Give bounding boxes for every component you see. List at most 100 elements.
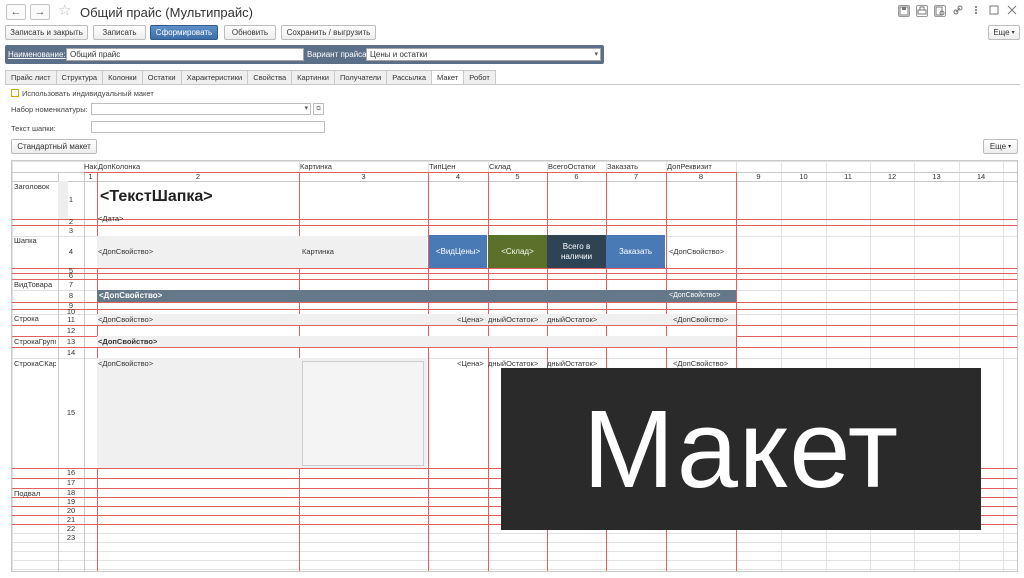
tab-6[interactable]: Картинки [291,70,335,84]
column-number[interactable]: 10 [781,172,826,181]
balance-cell[interactable]: дныйОстаток> [488,315,547,324]
row-number[interactable]: 11 [58,315,84,324]
tab-10[interactable]: Робот [463,70,496,84]
chevron-down-icon[interactable]: ▾ [304,104,308,112]
section-row-picture-label: СтрокаСКар [14,359,56,368]
row-number[interactable]: 14 [58,348,84,357]
row-number[interactable]: 22 [58,524,84,533]
column-header: ВсегоОстатки [548,162,596,171]
price-cell[interactable]: <Цена> [457,359,484,368]
extra-prop-cell[interactable]: <ДопСвойство> [673,359,728,368]
balance-cell[interactable]: дныйОстаток> [547,359,606,368]
section-row-label: Строка [14,314,39,323]
header-text-input[interactable] [91,121,325,133]
column-number[interactable]: 2 [97,172,299,181]
row-number[interactable]: 15 [58,408,84,417]
extra-prop-cell[interactable]: <ДопСвойство> [98,359,153,368]
row-number[interactable]: 16 [58,468,84,477]
tab-2[interactable]: Колонки [102,70,143,84]
column-number[interactable]: 4 [428,172,488,181]
variant-select[interactable]: Цены и остатки ▾ [366,48,601,61]
row-number[interactable]: 1 [58,195,84,204]
column-number[interactable]: 1 [84,172,97,181]
more-label: Еще [993,28,1010,37]
column-number[interactable]: 12 [870,172,914,181]
save-export-button[interactable]: Сохранить / выгрузить [281,25,376,40]
row-number[interactable]: 3 [58,226,84,235]
sheet-more-button[interactable]: Еще ▾ [983,139,1018,154]
column-number[interactable]: 11 [826,172,870,181]
close-icon[interactable] [1006,5,1018,17]
column-number[interactable]: 9 [736,172,781,181]
column-number[interactable]: 7 [606,172,666,181]
price-type-cell[interactable]: <ВидЦены> [429,235,487,268]
more-vertical-icon[interactable] [970,5,982,17]
save-and-close-button[interactable]: Записать и закрыть [5,25,88,40]
generate-button[interactable]: Сформировать [150,25,218,40]
picture-cell[interactable]: Картинка [302,247,334,256]
price-cell[interactable]: <Цена> [457,315,484,324]
tab-8[interactable]: Рассылка [386,70,433,84]
chevron-down-icon[interactable]: ▾ [594,50,598,58]
open-icon[interactable]: ⧉ [313,103,324,115]
column-number[interactable]: 14 [959,172,1003,181]
column-number[interactable]: 6 [547,172,606,181]
command-bar: Записать и закрыть Записать Сформировать… [0,25,1024,41]
row-number[interactable]: 23 [58,533,84,542]
save-button[interactable]: Записать [93,25,146,40]
row-number[interactable]: 12 [58,326,84,335]
maximize-icon[interactable] [988,5,1000,17]
extra-prop-cell[interactable]: <ДопСвойство> [98,247,153,256]
extra-prop-cell[interactable]: <ДопСвойство> [98,315,153,324]
save-icon[interactable] [898,5,910,17]
balance-cell[interactable]: дныйОстаток> [547,315,606,324]
row-number[interactable]: 20 [58,506,84,515]
balance-cell[interactable]: дныйОстаток> [488,359,547,368]
extra-prop-cell[interactable]: <ДопСвойство> [98,337,157,346]
tab-3[interactable]: Остатки [141,70,182,84]
row-number[interactable]: 13 [58,337,84,346]
row-number[interactable]: 8 [58,291,84,300]
name-field[interactable]: Общий прайс [66,48,304,61]
row-number[interactable]: 7 [58,280,84,289]
extra-prop-cell[interactable]: <ДопСвойство> [669,247,724,256]
row-number[interactable]: 19 [58,497,84,506]
forward-button[interactable]: → [30,4,50,20]
column-number[interactable]: 5 [488,172,547,181]
standard-layout-button[interactable]: Стандартный макет [11,139,97,154]
column-header: Нак [84,162,97,171]
tab-9[interactable]: Макет [431,70,465,84]
in-stock-cell[interactable]: Всего в наличии [547,235,606,268]
print-icon[interactable] [916,5,928,17]
tab-5[interactable]: Свойства [247,70,293,84]
preview-icon[interactable] [934,5,946,17]
row-number[interactable]: 17 [58,478,84,487]
back-button[interactable]: ← [6,4,26,20]
tab-4[interactable]: Характеристики [180,70,249,84]
order-cell[interactable]: Заказать [606,235,665,268]
tab-1[interactable]: Структура [55,70,104,84]
column-number[interactable]: 3 [299,172,428,181]
nomenclature-input[interactable]: ▾ [91,103,311,115]
header-text-cell[interactable]: <ТекстШапка> [100,188,213,206]
favorite-star-icon[interactable]: ☆ [58,3,71,19]
tab-7[interactable]: Получатели [333,70,388,84]
column-header: Заказать [607,162,639,171]
use-individual-layout-checkbox[interactable] [11,89,19,97]
column-number[interactable]: 8 [666,172,736,181]
arrow-right-icon: → [34,6,46,18]
row-number[interactable]: 21 [58,515,84,524]
variant-label: Вариант прайса: [307,50,369,59]
extra-prop-cell[interactable]: <ДопСвойство> [673,315,728,324]
column-number[interactable]: 13 [914,172,959,181]
refresh-button[interactable]: Обновить [224,25,276,40]
date-cell[interactable]: <Дата> [98,214,123,223]
toolbar-more-button[interactable]: Еще ▾ [988,25,1020,40]
row-number[interactable]: 18 [58,488,84,497]
row-number[interactable]: 4 [58,247,84,256]
item-type-band[interactable]: <ДопСвойство> <ДопСвойство> [97,290,736,302]
warehouse-cell[interactable]: <Склад> [488,235,547,268]
column-header: ДопКолонка [98,162,141,171]
link-icon[interactable] [952,5,964,17]
tab-0[interactable]: Прайс лист [5,70,57,84]
